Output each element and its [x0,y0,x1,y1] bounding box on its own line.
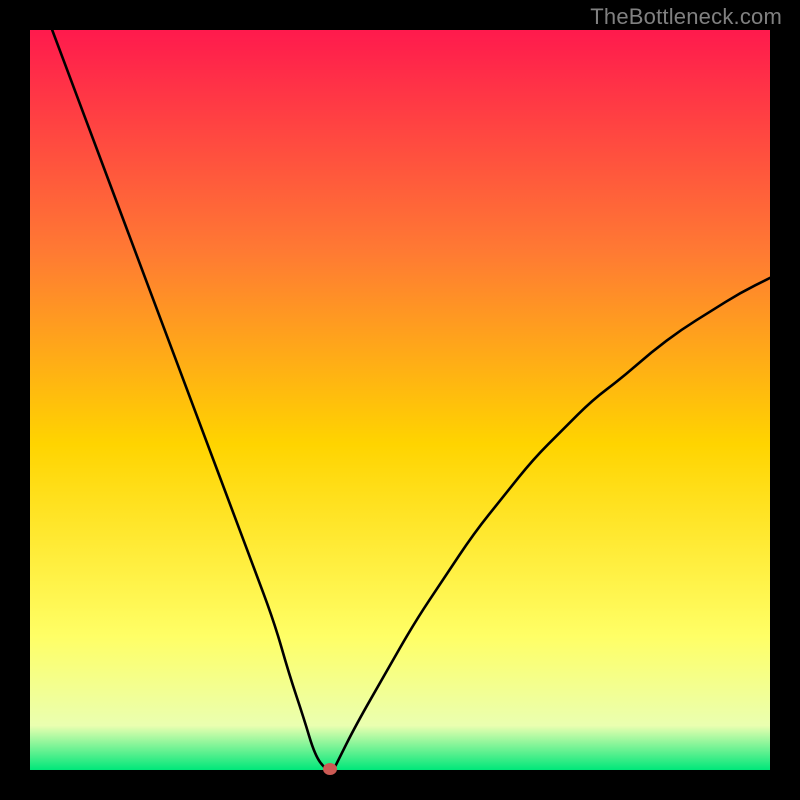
bottleneck-chart [30,30,770,770]
watermark-text: TheBottleneck.com [590,4,782,30]
chart-frame: TheBottleneck.com [0,0,800,800]
optimum-marker [323,763,337,775]
plot-background [30,30,770,770]
